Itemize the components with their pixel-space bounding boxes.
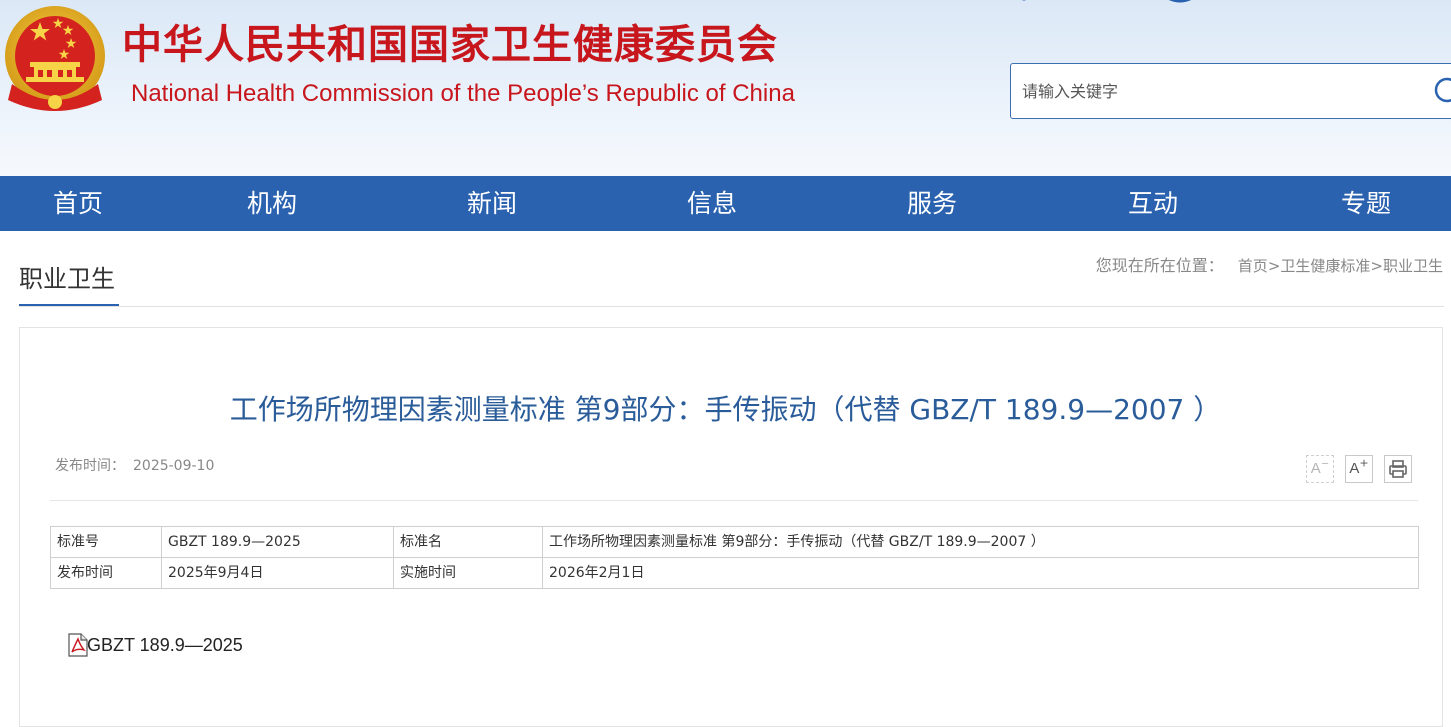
- breadcrumb-label: 您现在所在位置：: [1095, 256, 1224, 275]
- table-cell-value: 工作场所物理因素测量标准 第9部分：手传振动（代替 GBZ/T 189.9—20…: [542, 526, 1419, 558]
- nav-item-information[interactable]: 信息: [687, 176, 737, 231]
- nav-item-institutions[interactable]: 机构: [247, 176, 297, 231]
- table-cell-label: 标准名: [393, 526, 543, 558]
- pdf-file-icon: [68, 632, 88, 657]
- site-title-en: National Health Commission of the People…: [131, 80, 795, 107]
- table-cell-value: GBZT 189.9—2025: [161, 526, 394, 558]
- table-cell-label: 实施时间: [393, 557, 543, 589]
- search-icon[interactable]: [1421, 74, 1451, 110]
- breadcrumb-item-health-standards[interactable]: 卫生健康标准: [1280, 257, 1370, 275]
- search-input[interactable]: [1011, 64, 1411, 118]
- main-nav: 首页 机构 新闻 信息 服务 互动 专题: [0, 176, 1451, 231]
- table-cell-value: 2026年2月1日: [542, 557, 1419, 589]
- breadcrumb-separator: >: [1267, 257, 1281, 275]
- font-smaller-button[interactable]: A−: [1306, 455, 1334, 483]
- site-title-cn: 中华人民共和国国家卫生健康委员会: [122, 22, 778, 68]
- font-larger-button[interactable]: A+: [1345, 455, 1373, 483]
- table-row: 发布时间 2025年9月4日 实施时间 2026年2月1日: [50, 557, 1419, 589]
- printer-icon: [1389, 460, 1407, 478]
- attachment-label: GBZT 189.9—2025: [87, 634, 243, 655]
- search-box: [1010, 63, 1451, 119]
- top-links-decoration: [1022, 0, 1192, 3]
- standard-info-table: 标准号 GBZT 189.9—2025 标准名 工作场所物理因素测量标准 第9部…: [50, 526, 1419, 589]
- site-header: 中华人民共和国国家卫生健康委员会 National Health Commiss…: [0, 0, 1451, 176]
- table-row: 标准号 GBZT 189.9—2025 标准名 工作场所物理因素测量标准 第9部…: [50, 526, 1419, 558]
- publish-info: 发布时间： 2025-09-10: [55, 454, 214, 478]
- breadcrumb-item-current: 职业卫生: [1382, 257, 1443, 275]
- table-cell-value: 2025年9月4日: [161, 557, 394, 589]
- nav-item-home[interactable]: 首页: [53, 176, 103, 231]
- breadcrumb-separator: >: [1370, 257, 1383, 275]
- section-title: 职业卫生: [19, 265, 115, 293]
- article-tools: A− A+: [1306, 455, 1416, 485]
- breadcrumb-item-home[interactable]: 首页: [1238, 257, 1268, 275]
- print-button[interactable]: [1384, 455, 1412, 483]
- nav-item-news[interactable]: 新闻: [467, 176, 517, 231]
- national-emblem-icon: [5, 6, 105, 111]
- font-smaller-icon: A: [1310, 460, 1321, 477]
- publish-divider: [50, 500, 1418, 501]
- table-cell-label: 标准号: [50, 526, 162, 558]
- article-title: 工作场所物理因素测量标准 第9部分：手传振动（代替 GBZ/T 189.9—20…: [229, 393, 1222, 426]
- table-cell-label: 发布时间: [50, 557, 162, 589]
- attachment-link[interactable]: GBZT 189.9—2025: [68, 631, 243, 659]
- nav-item-interaction[interactable]: 互动: [1128, 176, 1178, 231]
- section-divider: [19, 306, 1444, 307]
- publish-date: 2025-09-10: [133, 458, 215, 474]
- nav-item-services[interactable]: 服务: [907, 176, 957, 231]
- font-larger-icon: A: [1349, 460, 1360, 477]
- publish-label: 发布时间：: [55, 458, 125, 474]
- nav-item-topics[interactable]: 专题: [1341, 176, 1391, 231]
- breadcrumb: 您现在所在位置： 首页>卫生健康标准>职业卫生: [1096, 254, 1443, 278]
